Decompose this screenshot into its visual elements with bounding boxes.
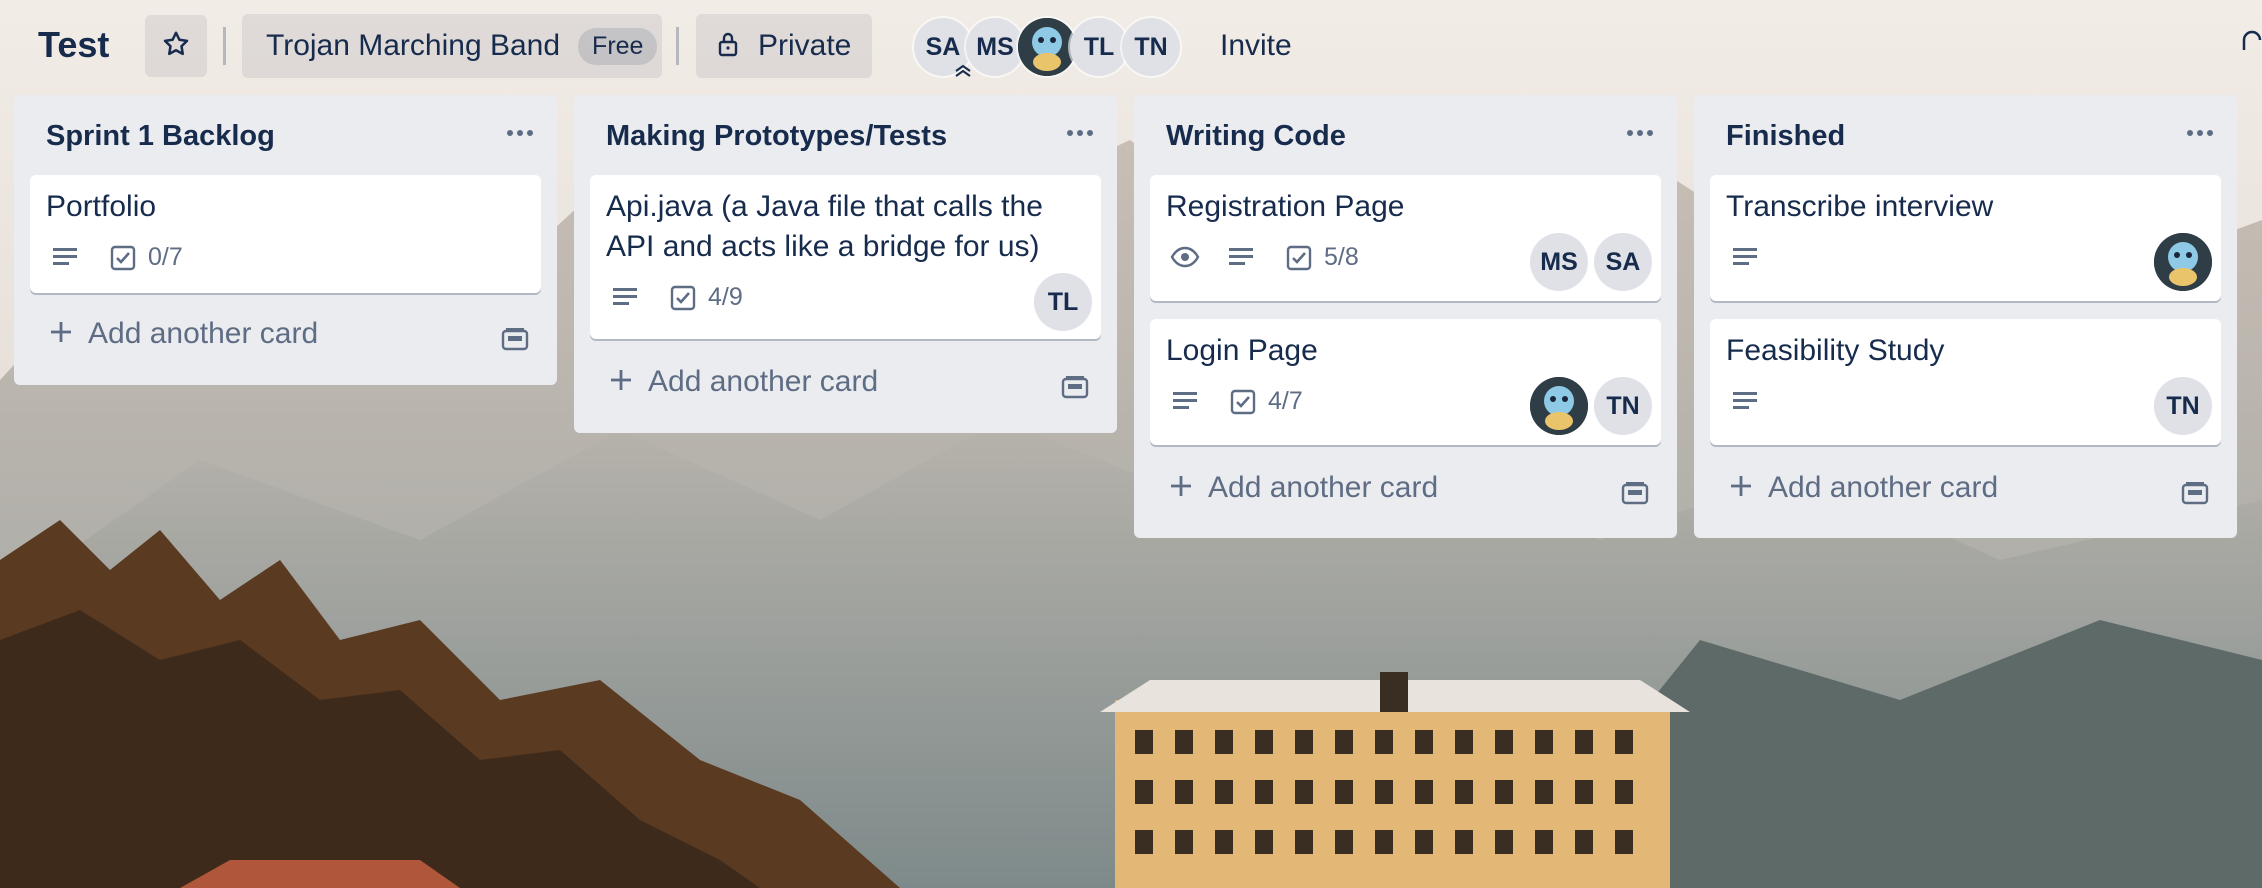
list-title[interactable]: Making Prototypes/Tests bbox=[606, 115, 947, 157]
card-member-avatar-photo[interactable] bbox=[2154, 233, 2212, 291]
description-icon bbox=[52, 245, 80, 269]
member-initials: TL bbox=[1083, 32, 1115, 61]
list-writing-code[interactable]: Writing Code Registration Page 5/8 MS SA… bbox=[1134, 95, 1677, 538]
member-initials: TN bbox=[2166, 391, 2200, 420]
card-member-avatar[interactable]: MS bbox=[1530, 233, 1588, 291]
add-card-button[interactable]: Add another card bbox=[1728, 471, 1998, 505]
description-icon bbox=[1732, 389, 1760, 413]
card[interactable]: Registration Page 5/8 MS SA bbox=[1150, 175, 1661, 301]
checklist-badge: 0/7 bbox=[110, 243, 183, 272]
invite-button[interactable]: Invite bbox=[1220, 24, 1292, 68]
description-icon bbox=[1228, 245, 1256, 269]
card-member-avatar-photo[interactable] bbox=[1530, 377, 1588, 435]
card-member-avatar[interactable]: TN bbox=[1594, 377, 1652, 435]
turtle-avatar-icon bbox=[2154, 233, 2212, 291]
team-button[interactable]: Trojan Marching Band Free bbox=[242, 14, 662, 78]
card-title: Login Page bbox=[1166, 334, 1318, 367]
checklist-badge: 5/8 bbox=[1286, 243, 1359, 272]
checklist-count: 4/9 bbox=[708, 283, 743, 311]
member-avatar[interactable]: SA bbox=[914, 18, 972, 77]
board-header: Test Trojan Marching Band Free Private S… bbox=[0, 0, 2262, 92]
card[interactable]: Transcribe interview bbox=[1710, 175, 2221, 301]
checklist-icon bbox=[1230, 389, 1256, 414]
member-avatar[interactable]: TL bbox=[1070, 18, 1128, 76]
member-initials: MS bbox=[1540, 247, 1578, 276]
team-name: Trojan Marching Band bbox=[266, 29, 561, 62]
visibility-label: Private bbox=[758, 29, 852, 62]
member-avatar[interactable]: MS bbox=[966, 18, 1024, 76]
member-avatar-photo[interactable] bbox=[1018, 18, 1076, 76]
list-making-prototypes-tests[interactable]: Making Prototypes/Tests Api.java (a Java… bbox=[574, 95, 1117, 433]
card-member-avatar[interactable]: TN bbox=[2154, 377, 2212, 435]
turtle-avatar-icon bbox=[1530, 377, 1588, 435]
checklist-icon bbox=[110, 245, 136, 270]
card-member-avatar[interactable]: TL bbox=[1034, 273, 1092, 331]
list-title[interactable]: Sprint 1 Backlog bbox=[46, 115, 275, 157]
card-template-icon[interactable] bbox=[2181, 481, 2209, 510]
checklist-icon bbox=[670, 285, 696, 310]
card-template-icon[interactable] bbox=[1621, 481, 1649, 510]
plus-icon bbox=[1728, 473, 1754, 504]
add-card-label: Add another card bbox=[1768, 471, 1999, 504]
member-avatar[interactable]: TN bbox=[1122, 18, 1180, 76]
plus-icon bbox=[608, 367, 634, 398]
ellipsis-icon[interactable] bbox=[505, 123, 535, 148]
add-card-label: Add another card bbox=[648, 365, 879, 398]
checklist-count: 5/8 bbox=[1324, 243, 1359, 271]
star-icon bbox=[161, 29, 191, 64]
header-divider bbox=[223, 27, 226, 65]
checklist-count: 4/7 bbox=[1268, 387, 1303, 415]
add-card-button[interactable]: Add another card bbox=[608, 365, 878, 399]
description-icon bbox=[1172, 389, 1200, 413]
description-icon bbox=[612, 285, 640, 309]
lock-icon bbox=[716, 31, 740, 62]
member-initials: TN bbox=[1606, 391, 1640, 420]
card-title: Api.java (a Java file that calls the API… bbox=[606, 190, 1043, 263]
member-initials: SA bbox=[1605, 247, 1641, 276]
card[interactable]: Feasibility Study TN bbox=[1710, 319, 2221, 445]
add-card-button[interactable]: Add another card bbox=[1168, 471, 1438, 505]
card-member-avatar[interactable]: SA bbox=[1594, 233, 1652, 291]
visibility-button[interactable]: Private bbox=[696, 14, 872, 78]
checklist-icon bbox=[1286, 245, 1312, 270]
list-sprint-1-backlog[interactable]: Sprint 1 Backlog Portfolio 0/7 Add anoth… bbox=[14, 95, 557, 385]
member-initials: MS bbox=[976, 32, 1014, 61]
card[interactable]: Portfolio 0/7 bbox=[30, 175, 541, 293]
list-finished[interactable]: Finished Transcribe interview Feasibilit… bbox=[1694, 95, 2237, 538]
member-initials: TN bbox=[1134, 32, 1168, 61]
add-card-label: Add another card bbox=[1208, 471, 1439, 504]
member-initials: TL bbox=[1047, 287, 1079, 316]
list-title[interactable]: Finished bbox=[1726, 115, 1845, 157]
ellipsis-icon[interactable] bbox=[1065, 123, 1095, 148]
checklist-count: 0/7 bbox=[148, 243, 183, 271]
turtle-avatar-icon bbox=[1018, 18, 1076, 76]
card[interactable]: Login Page 4/7 TN bbox=[1150, 319, 1661, 445]
checklist-badge: 4/9 bbox=[670, 283, 743, 312]
card-template-icon[interactable] bbox=[1061, 375, 1089, 404]
description-icon bbox=[1732, 245, 1760, 269]
menu-icon[interactable] bbox=[2240, 30, 2262, 61]
checklist-badge: 4/7 bbox=[1230, 387, 1303, 416]
ellipsis-icon[interactable] bbox=[2185, 123, 2215, 148]
card-title: Portfolio bbox=[46, 190, 157, 223]
card-title: Transcribe interview bbox=[1726, 190, 1994, 223]
eye-icon bbox=[1170, 245, 1200, 269]
card-title: Registration Page bbox=[1166, 190, 1405, 223]
header-divider bbox=[676, 27, 679, 65]
board-title[interactable]: Test bbox=[38, 22, 109, 68]
card-title: Feasibility Study bbox=[1726, 334, 1945, 367]
card-template-icon[interactable] bbox=[501, 327, 529, 356]
card[interactable]: Api.java (a Java file that calls the API… bbox=[590, 175, 1101, 339]
add-card-label: Add another card bbox=[88, 317, 319, 350]
plus-icon bbox=[1168, 473, 1194, 504]
plus-icon bbox=[48, 319, 74, 350]
add-card-button[interactable]: Add another card bbox=[48, 317, 318, 351]
plan-badge: Free bbox=[578, 27, 658, 65]
ellipsis-icon[interactable] bbox=[1625, 123, 1655, 148]
star-board-button[interactable] bbox=[145, 15, 207, 77]
list-title[interactable]: Writing Code bbox=[1166, 115, 1346, 157]
